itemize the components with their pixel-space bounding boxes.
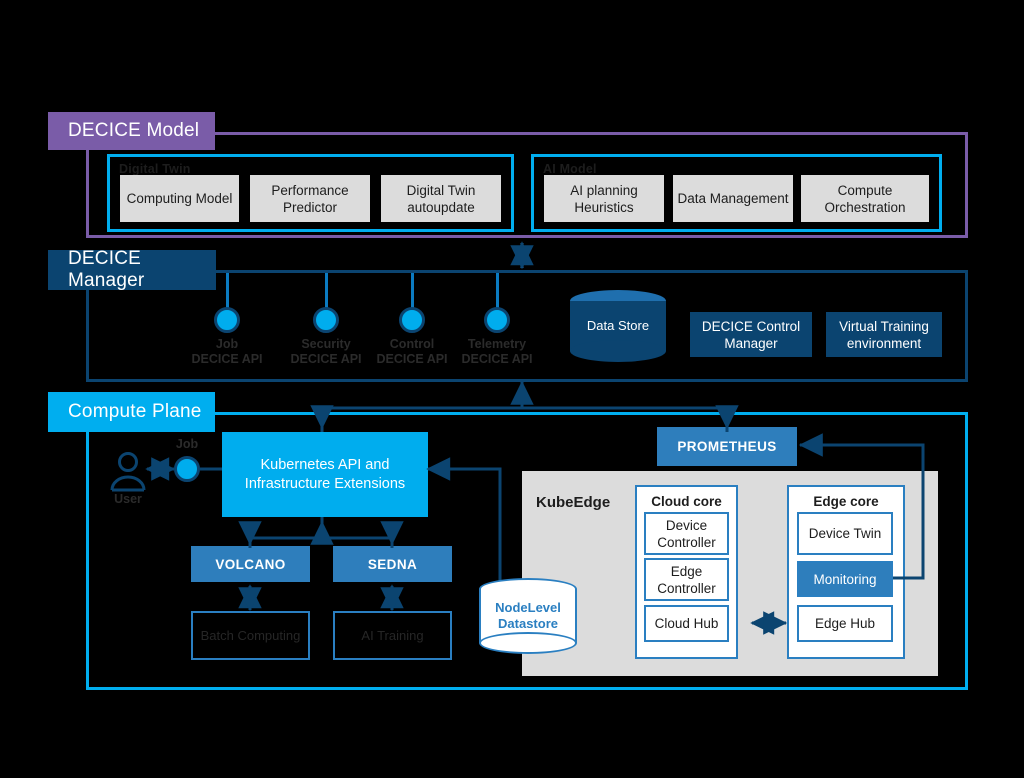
data-store-cylinder[interactable]: Data Store	[570, 290, 666, 362]
digital-twin-title: Digital Twin	[119, 162, 191, 176]
architecture-diagram: DECICE Model Digital Twin Computing Mode…	[0, 0, 1024, 778]
kubeedge-title: KubeEdge	[536, 494, 611, 511]
compute-plane-title: Compute Plane	[68, 401, 202, 422]
api-stem-telemetry	[496, 273, 499, 309]
user-label: User	[114, 492, 142, 506]
decice-model-title: DECICE Model	[68, 120, 200, 141]
nodelevel-datastore-label: NodeLevel Datastore	[495, 600, 561, 631]
ai-training-box[interactable]: AI Training	[333, 611, 452, 660]
chip-performance-predictor[interactable]: Performance Predictor	[250, 175, 370, 222]
kubernetes-api-box[interactable]: Kubernetes API and Infrastructure Extens…	[222, 432, 428, 517]
job-label: Job	[175, 437, 199, 451]
chip-digital-twin-autoupdate[interactable]: Digital Twin autoupdate	[381, 175, 501, 222]
edge-hub-box[interactable]: Edge Hub	[797, 605, 893, 642]
decice-manager-title: DECICE Manager	[68, 248, 145, 291]
user-icon	[108, 450, 148, 497]
api-stem-security	[325, 273, 328, 309]
monitoring-box[interactable]: Monitoring	[797, 561, 893, 597]
api-stem-control	[411, 273, 414, 309]
api-name-control: Control	[389, 337, 435, 351]
api-name-security: Security	[301, 337, 351, 351]
data-store-label: Data Store	[586, 318, 650, 333]
job-node-dot[interactable]	[174, 456, 200, 482]
cloud-hub-box[interactable]: Cloud Hub	[644, 605, 729, 642]
user-glyph	[110, 452, 146, 492]
api-stem-job	[226, 273, 229, 309]
device-twin-box[interactable]: Device Twin	[797, 512, 893, 555]
api-dot-telemetry[interactable]	[484, 307, 510, 333]
compute-plane-tab[interactable]: Compute Plane	[48, 392, 215, 432]
ai-model-title: AI Model	[543, 162, 597, 176]
api-name-job: Job	[215, 337, 239, 351]
sedna-box[interactable]: SEDNA	[333, 546, 452, 582]
chip-data-management[interactable]: Data Management	[673, 175, 793, 222]
decice-control-manager-box[interactable]: DECICE Control Manager	[690, 312, 812, 357]
api-dot-control[interactable]	[399, 307, 425, 333]
chip-compute-orchestration[interactable]: Compute Orchestration	[801, 175, 929, 222]
api-suffix-security: DECICE API	[290, 352, 362, 366]
decice-manager-tab[interactable]: DECICE Manager	[48, 248, 216, 291]
api-name-telemetry: Telemetry	[467, 337, 527, 351]
edge-controller-box[interactable]: Edge Controller	[644, 558, 729, 601]
api-label-telemetry: Telemetry DECICE API	[437, 337, 557, 367]
api-suffix-telemetry: DECICE API	[461, 352, 533, 366]
cloud-core-title: Cloud core	[651, 494, 722, 509]
chip-ai-planning-heuristics[interactable]: AI planning Heuristics	[544, 175, 664, 222]
chip-computing-model[interactable]: Computing Model	[120, 175, 239, 222]
virtual-training-environment-box[interactable]: Virtual Training environment	[826, 312, 942, 357]
device-controller-box[interactable]: Device Controller	[644, 512, 729, 555]
volcano-box[interactable]: VOLCANO	[191, 546, 310, 582]
batch-computing-box[interactable]: Batch Computing	[191, 611, 310, 660]
prometheus-box[interactable]: PROMETHEUS	[657, 427, 797, 466]
api-dot-job[interactable]	[214, 307, 240, 333]
edge-core-title: Edge core	[813, 494, 879, 509]
nodelevel-datastore-cylinder[interactable]: NodeLevel Datastore	[479, 578, 577, 654]
decice-model-tab[interactable]: DECICE Model	[48, 112, 215, 150]
api-dot-security[interactable]	[313, 307, 339, 333]
api-suffix-job: DECICE API	[191, 352, 263, 366]
